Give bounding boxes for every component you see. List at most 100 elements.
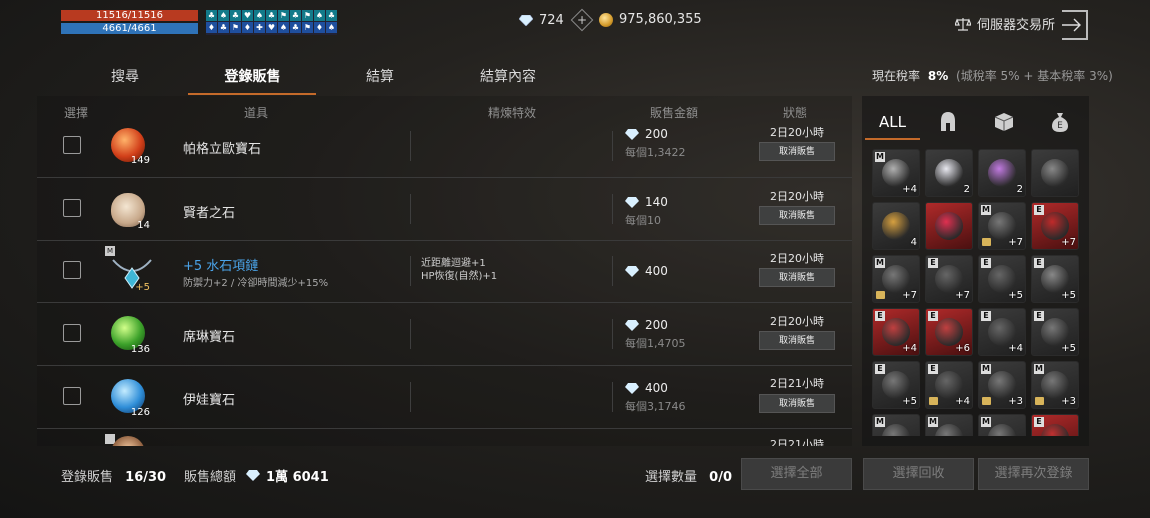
buff-icon: ♠ <box>314 10 325 21</box>
add-diamond-button[interactable]: + <box>570 8 594 32</box>
item-name: +5 水石項鏈 <box>183 259 259 274</box>
table-row[interactable]: 2日21小時 <box>37 428 852 446</box>
item-icon <box>882 371 910 399</box>
inventory-slot[interactable]: E +7 <box>925 255 973 303</box>
inventory-slot[interactable]: E +5 <box>978 255 1026 303</box>
unit-price: 每個1,3422 <box>625 146 686 159</box>
time-remaining: 2日20小時 <box>770 126 824 139</box>
table-row[interactable]: M +5 +5 水石項鏈 防禦力+2 / 冷卻時間減少+15% 近距離迴避+1 … <box>37 240 852 303</box>
buff-icon: ⚑ <box>302 10 313 21</box>
buff-icon: ♣ <box>326 10 337 21</box>
cancel-sale-button[interactable]: 取消販售 <box>759 206 835 225</box>
header-refine-effect: 精煉特效 <box>488 106 537 120</box>
recall-selected-button[interactable]: 選擇回收 <box>863 458 974 490</box>
select-all-button[interactable]: 選擇全部 <box>741 458 852 490</box>
inventory-slot[interactable] <box>1031 149 1079 197</box>
buff-icon: ♠ <box>326 22 337 33</box>
grade-badge: E <box>928 311 938 321</box>
item-icon <box>988 159 1016 187</box>
inventory-slot[interactable]: M +7 <box>872 255 920 303</box>
buff-icon: ⚑ <box>230 22 241 33</box>
cancel-sale-button[interactable]: 取消販售 <box>759 394 835 413</box>
listing-rows[interactable]: 149 帕格立歐寶石 200 每個1,3422 2日20小時 取消販售 14 賢… <box>37 120 852 446</box>
diamond-icon <box>625 382 639 394</box>
inventory-slot[interactable]: M +3 <box>978 361 1026 409</box>
table-row[interactable]: 126 伊娃寶石 400 每個3,1746 2日21小時 取消販售 <box>37 366 852 429</box>
time-remaining: 2日20小時 <box>770 315 824 328</box>
tab-search[interactable]: 搜尋 <box>95 66 155 86</box>
item-icon <box>988 318 1016 346</box>
cancel-sale-button[interactable]: 取消販售 <box>759 142 835 161</box>
tab-settle[interactable]: 結算 <box>350 66 410 86</box>
row-checkbox[interactable] <box>63 387 81 405</box>
inventory-grid[interactable]: M +4 2 2 4 M +7 E +7 M +7 E +7 E +5 E +5 E +4 E +6 E +4 E +5 E +5 E… <box>872 149 1084 436</box>
row-checkbox[interactable] <box>63 261 81 279</box>
unit-price: 每個1,4705 <box>625 337 686 350</box>
time-remaining: 2日20小時 <box>770 190 824 203</box>
inventory-slot[interactable]: 2 <box>978 149 1026 197</box>
tax-rate: 現在稅率 8% (城稅率 5% + 基本稅率 3%) <box>872 67 1113 84</box>
diamond-currency: 724 + <box>519 8 594 32</box>
buff-icon: ♣ <box>218 22 229 33</box>
buff-icon: ♦ <box>242 22 253 33</box>
tab-register-sale[interactable]: 登錄販售 <box>210 66 295 86</box>
table-row[interactable]: 149 帕格立歐寶石 200 每個1,3422 2日20小時 取消販售 <box>37 120 852 178</box>
tab-settle-details[interactable]: 結算內容 <box>468 66 548 86</box>
reregister-selected-button[interactable]: 選擇再次登錄 <box>978 458 1089 490</box>
filter-equipment[interactable] <box>922 110 974 134</box>
inventory-slot[interactable]: M <box>872 414 920 436</box>
item-quantity: 126 <box>130 407 150 418</box>
filter-items[interactable] <box>978 110 1030 134</box>
buff-icon: ♠ <box>218 10 229 21</box>
slot-count: +7 <box>1008 237 1023 248</box>
table-row[interactable]: 14 賢者之石 140 每個10 2日20小時 取消販售 <box>37 178 852 241</box>
inventory-slot[interactable] <box>925 202 973 250</box>
inventory-slot[interactable]: E +5 <box>872 361 920 409</box>
inventory-slot[interactable]: M <box>978 414 1026 436</box>
filter-all[interactable]: ALL <box>865 110 920 134</box>
slot-count: +4 <box>902 343 917 354</box>
inventory-slot[interactable]: E <box>1031 414 1079 436</box>
grade-badge: M <box>981 417 991 427</box>
diamond-icon <box>625 128 639 140</box>
inventory-slot[interactable]: E +4 <box>978 308 1026 356</box>
price-value: 400 <box>645 381 668 395</box>
grade-badge: M <box>981 364 991 374</box>
slot-count: +5 <box>1061 343 1076 354</box>
row-checkbox[interactable] <box>63 324 81 342</box>
cancel-sale-button[interactable]: 取消販售 <box>759 268 835 287</box>
inventory-slot[interactable]: E +4 <box>925 361 973 409</box>
slot-count: +7 <box>955 290 970 301</box>
inventory-slot[interactable]: E +5 <box>1031 255 1079 303</box>
inventory-slot[interactable]: E +6 <box>925 308 973 356</box>
item-icon <box>1041 159 1069 187</box>
slot-count: +7 <box>902 290 917 301</box>
buff-icon: ⚑ <box>302 22 313 33</box>
table-row[interactable]: 136 席琳寶石 200 每個1,4705 2日20小時 取消販售 <box>37 303 852 366</box>
item-name: 伊娃寶石 <box>183 393 236 408</box>
server-exchange-link[interactable]: 伺服器交易所 <box>955 14 1055 33</box>
price-value: 140 <box>645 195 668 209</box>
filter-currency[interactable]: E <box>1034 110 1086 134</box>
row-checkbox[interactable] <box>63 199 81 217</box>
lock-icon <box>982 397 991 405</box>
item-icon <box>1041 318 1069 346</box>
inventory-slot[interactable]: M +7 <box>978 202 1026 250</box>
cancel-sale-button[interactable]: 取消販售 <box>759 331 835 350</box>
inventory-slot[interactable]: E +7 <box>1031 202 1079 250</box>
header-select: 選擇 <box>64 106 89 120</box>
inventory-slot[interactable]: E +4 <box>872 308 920 356</box>
grade-badge: E <box>928 364 938 374</box>
inventory-slot[interactable]: 2 <box>925 149 973 197</box>
item-icon <box>1041 212 1069 240</box>
inventory-slot[interactable]: M +3 <box>1031 361 1079 409</box>
inventory-slot[interactable]: M <box>925 414 973 436</box>
selected-label: 選擇數量 <box>645 470 698 485</box>
header-item: 道具 <box>244 106 269 120</box>
buff-icon: ♠ <box>278 22 289 33</box>
inventory-slot[interactable]: 4 <box>872 202 920 250</box>
row-checkbox[interactable] <box>63 136 81 154</box>
grade-badge: E <box>928 258 938 268</box>
inventory-slot[interactable]: M +4 <box>872 149 920 197</box>
inventory-slot[interactable]: E +5 <box>1031 308 1079 356</box>
